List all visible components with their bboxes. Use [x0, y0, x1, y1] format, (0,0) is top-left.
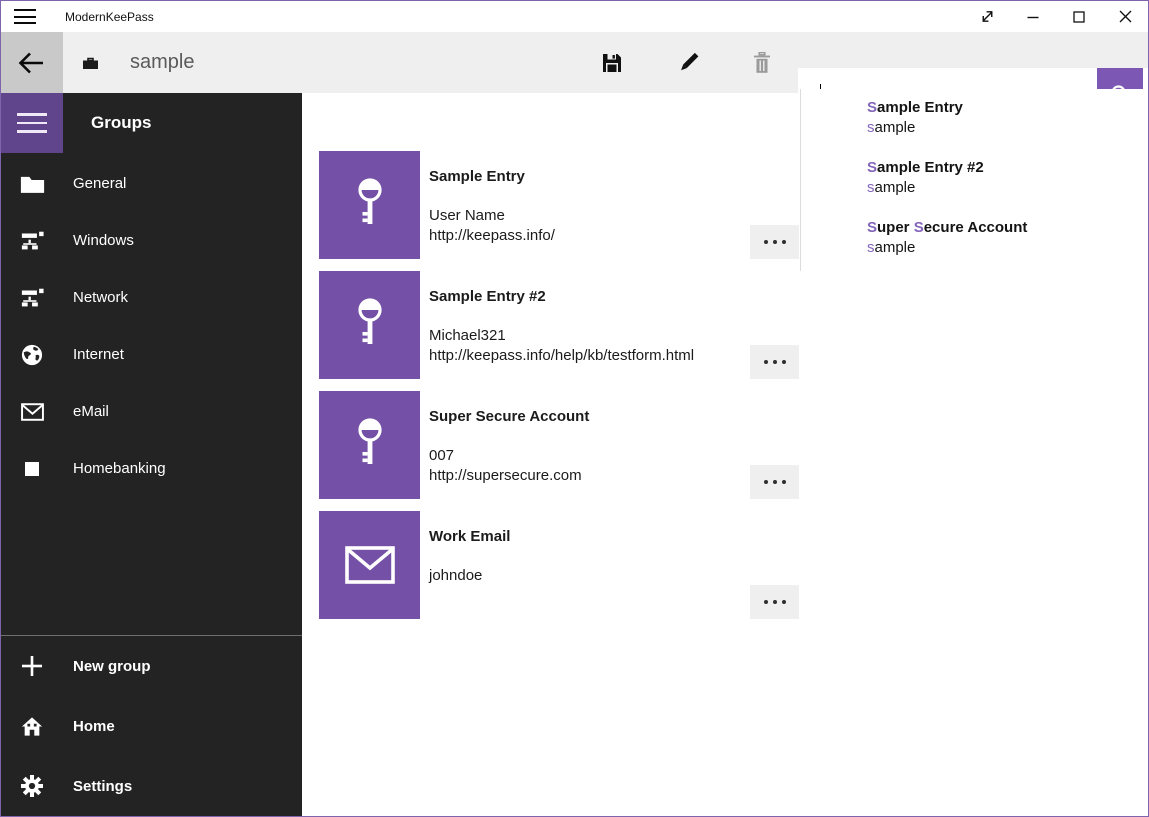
entry-title: Sample Entry — [429, 167, 555, 187]
mail-icon — [19, 403, 45, 421]
app-title: ModernKeePass — [65, 10, 154, 24]
entry-row: Work Email johndoe — [319, 511, 799, 619]
suggestion-subtitle: sample — [867, 118, 1149, 138]
entry-text: Sample Entry #2 Michael321 http://keepas… — [429, 271, 694, 366]
entry-more-button[interactable] — [750, 585, 799, 619]
sidebar-heading: Groups — [91, 93, 151, 153]
current-group-title: sample — [130, 32, 194, 93]
entry-title: Super Secure Account — [429, 407, 589, 427]
entry-text: Super Secure Account 007 http://supersec… — [429, 391, 589, 486]
suggestion-title: Super Secure Account — [867, 218, 1149, 238]
entry-text: Sample Entry User Name http://keepass.in… — [429, 151, 555, 246]
suggestion-title: Sample Entry — [867, 98, 1149, 118]
back-arrow-icon — [16, 48, 48, 78]
suggestion-subtitle: sample — [867, 238, 1149, 258]
maximize-icon — [1073, 11, 1085, 23]
title-bar: ModernKeePass — [1, 1, 1148, 32]
sidebar-item-settings[interactable]: Settings — [1, 756, 302, 816]
fullscreen-icon — [979, 8, 996, 25]
network-icon — [19, 288, 45, 308]
entry-tile[interactable] — [319, 151, 420, 259]
entry-text: Work Email johndoe — [429, 511, 510, 586]
sidebar-hamburger-button[interactable] — [1, 93, 63, 153]
maximize-button[interactable] — [1056, 1, 1102, 32]
fullscreen-button[interactable] — [964, 1, 1010, 32]
sidebar-item-network[interactable]: Network — [1, 269, 302, 326]
sidebar-item-homebanking[interactable]: Homebanking — [1, 440, 302, 497]
key-icon — [348, 177, 392, 233]
square-icon — [19, 462, 45, 476]
entry-username: Michael321 — [429, 326, 694, 346]
suggestion-title: Sample Entry #2 — [867, 158, 1149, 178]
sidebar: Groups General Windows Network — [1, 93, 302, 816]
trash-icon — [751, 52, 773, 74]
sidebar-item-email[interactable]: eMail — [1, 383, 302, 440]
sidebar-item-general[interactable]: General — [1, 155, 302, 212]
home-icon — [19, 716, 45, 737]
edit-button[interactable] — [664, 32, 712, 93]
group-list: General Windows Network Internet — [1, 155, 302, 497]
entry-title: Work Email — [429, 527, 510, 547]
suggestion-item[interactable]: Sample Entry sample — [801, 94, 1149, 154]
close-icon — [1119, 10, 1132, 23]
entry-more-button[interactable] — [750, 345, 799, 379]
save-button[interactable] — [588, 32, 636, 93]
entry-username: 007 — [429, 446, 589, 466]
delete-button[interactable] — [738, 32, 786, 93]
suggestion-item[interactable]: Super Secure Account sample — [801, 214, 1149, 274]
entry-username: User Name — [429, 206, 555, 226]
sidebar-item-home[interactable]: Home — [1, 696, 302, 756]
plus-icon — [19, 655, 45, 677]
suggestion-item[interactable]: Sample Entry #2 sample — [801, 154, 1149, 214]
entry-row: Super Secure Account 007 http://supersec… — [319, 391, 799, 499]
entry-more-button[interactable] — [750, 225, 799, 259]
close-button[interactable] — [1102, 1, 1148, 32]
entry-url: http://keepass.info/help/kb/testform.htm… — [429, 346, 694, 366]
mail-icon — [345, 546, 395, 584]
globe-icon — [19, 344, 45, 366]
entry-title: Sample Entry #2 — [429, 287, 694, 307]
app-window: ModernKeePass sample — [0, 0, 1149, 817]
back-button[interactable] — [1, 32, 63, 93]
folder-icon — [19, 174, 45, 194]
sidebar-footer: New group Home Settings — [1, 635, 302, 816]
sidebar-item-new-group[interactable]: New group — [1, 636, 302, 696]
entry-row: Sample Entry User Name http://keepass.in… — [319, 151, 799, 259]
database-icon — [82, 32, 99, 93]
entry-tile[interactable] — [319, 511, 420, 619]
minimize-button[interactable] — [1010, 1, 1056, 32]
entry-url: http://keepass.info/ — [429, 226, 555, 246]
save-icon — [601, 52, 623, 74]
network-icon — [19, 231, 45, 251]
suggestion-subtitle: sample — [867, 178, 1149, 198]
titlebar-hamburger-icon[interactable] — [14, 9, 36, 24]
entry-tile[interactable] — [319, 271, 420, 379]
gear-icon — [19, 775, 45, 797]
entry-row: Sample Entry #2 Michael321 http://keepas… — [319, 271, 799, 379]
window-controls — [964, 1, 1148, 32]
sidebar-item-internet[interactable]: Internet — [1, 326, 302, 383]
sidebar-item-windows[interactable]: Windows — [1, 212, 302, 269]
key-icon — [348, 417, 392, 473]
search-suggestions-dropdown: Sample Entry sample Sample Entry #2 samp… — [800, 89, 1149, 271]
entry-url: http://supersecure.com — [429, 466, 589, 486]
command-bar: sample s — [1, 32, 1148, 93]
entry-tile[interactable] — [319, 391, 420, 499]
edit-pencil-icon — [677, 52, 699, 74]
entry-username: johndoe — [429, 566, 510, 586]
entry-more-button[interactable] — [750, 465, 799, 499]
minimize-icon — [1027, 11, 1039, 23]
key-icon — [348, 297, 392, 353]
